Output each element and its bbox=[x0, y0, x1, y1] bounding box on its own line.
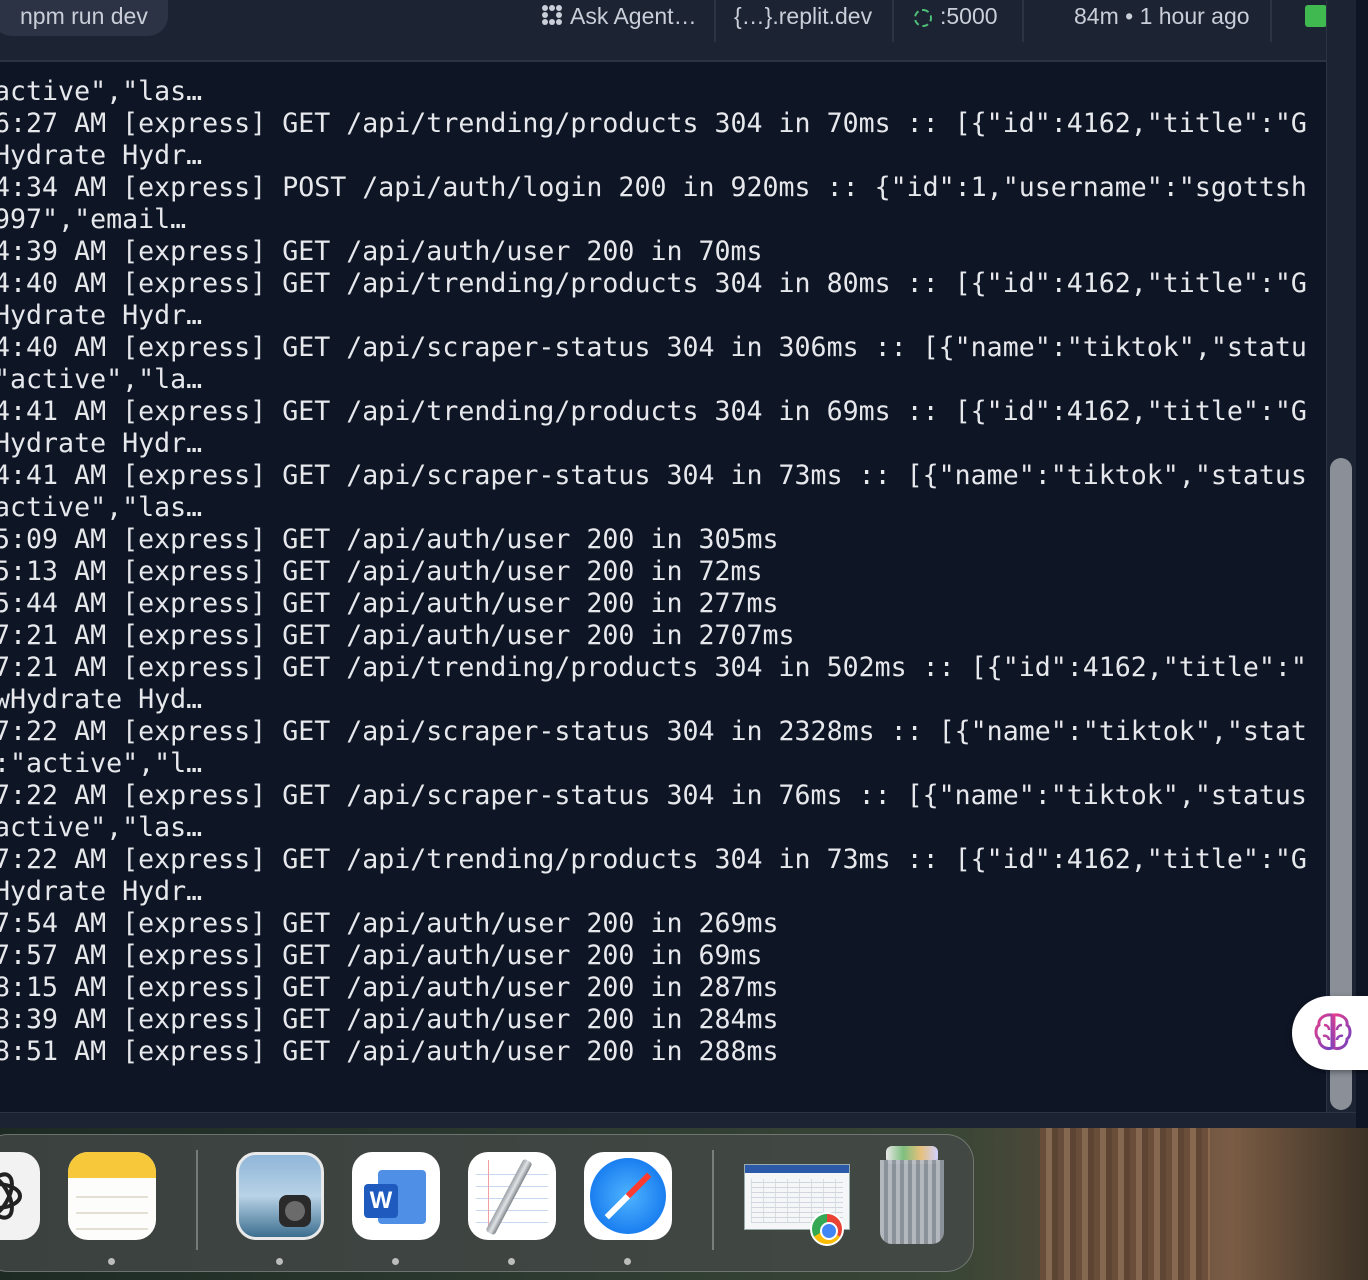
terminal-line: 54:41 AM [express] GET /api/scraper-stat… bbox=[0, 460, 1307, 491]
topbar-divider bbox=[1022, 0, 1024, 42]
terminal-line: ":"active","l… bbox=[0, 748, 203, 779]
terminal-line: 57:54 AM [express] GET /api/auth/user 20… bbox=[0, 908, 779, 939]
ask-agent-button[interactable]: Ask Agent… bbox=[540, 0, 697, 36]
notes-line bbox=[76, 1212, 148, 1214]
domain-link[interactable]: {…}.replit.dev bbox=[734, 0, 872, 36]
notes-icon[interactable] bbox=[68, 1152, 156, 1240]
safari-icon[interactable] bbox=[584, 1152, 672, 1240]
trash-icon[interactable] bbox=[874, 1146, 950, 1244]
terminal-line: "active","las… bbox=[0, 76, 203, 107]
textedit-icon[interactable] bbox=[468, 1152, 556, 1240]
preview-icon[interactable] bbox=[236, 1152, 324, 1240]
terminal-line: 58:51 AM [express] GET /api/auth/user 20… bbox=[0, 1036, 779, 1067]
dock-separator bbox=[712, 1150, 714, 1250]
run-status-icon bbox=[1305, 5, 1327, 27]
paper-line bbox=[476, 1210, 548, 1211]
terminal-line: 54:40 AM [express] GET /api/trending/pro… bbox=[0, 268, 1307, 299]
word-letter: W bbox=[364, 1184, 398, 1218]
command-tab[interactable]: npm run dev bbox=[0, 0, 168, 36]
terminal-line: 54:34 AM [express] POST /api/auth/login … bbox=[0, 172, 1307, 203]
running-indicator bbox=[508, 1258, 515, 1265]
terminal-line: 55:13 AM [express] GET /api/auth/user 20… bbox=[0, 556, 763, 587]
paper-line bbox=[476, 1174, 548, 1175]
notes-line bbox=[76, 1228, 148, 1230]
terminal-line: 57:22 AM [express] GET /api/scraper-stat… bbox=[0, 716, 1307, 747]
terminal-line: 57:57 AM [express] GET /api/auth/user 20… bbox=[0, 940, 763, 971]
terminal-line: 57:22 AM [express] GET /api/scraper-stat… bbox=[0, 780, 1307, 811]
chatgpt-logo bbox=[0, 1172, 22, 1220]
workspace-topbar: npm run dev Ask Agent… {…}.replit.dev :5… bbox=[0, 0, 1327, 42]
terminal-line: 55:44 AM [express] GET /api/auth/user 20… bbox=[0, 588, 779, 619]
agent-icon bbox=[542, 5, 562, 25]
terminal-line: "active","las… bbox=[0, 812, 203, 843]
terminal-line: wHydrate Hydr… bbox=[0, 428, 203, 459]
terminal-output[interactable]: "active","las… 36:27 AM [express] GET /ap… bbox=[0, 62, 1326, 1112]
window-bottom-edge bbox=[0, 1112, 1356, 1129]
wallpaper-tree-trunk bbox=[1040, 1128, 1210, 1280]
chrome-badge-core bbox=[820, 1222, 838, 1240]
ask-agent-label: Ask Agent… bbox=[570, 3, 697, 29]
terminal-line: "active","la… bbox=[0, 364, 203, 395]
terminal-line: 55:09 AM [express] GET /api/auth/user 20… bbox=[0, 524, 779, 555]
terminal-line: 54:39 AM [express] GET /api/auth/user 20… bbox=[0, 236, 763, 267]
running-indicator bbox=[392, 1258, 399, 1265]
window-right-edge bbox=[1356, 0, 1368, 1128]
terminal-line: 57:22 AM [express] GET /api/trending/pro… bbox=[0, 844, 1307, 875]
paper-margin bbox=[488, 1160, 489, 1232]
trash-bin bbox=[880, 1160, 944, 1244]
uptime-label: 84m • 1 hour ago bbox=[1074, 3, 1250, 29]
terminal-line: "active","las… bbox=[0, 492, 203, 523]
magnifier-icon bbox=[279, 1195, 311, 1227]
brain-icon bbox=[1314, 1013, 1352, 1050]
topbar-divider bbox=[892, 0, 894, 42]
terminal-line: wHydrate Hydr… bbox=[0, 876, 203, 907]
terminal-line: owHydrate Hyd… bbox=[0, 684, 203, 715]
paper-line bbox=[476, 1222, 548, 1223]
terminal-line: 54:41 AM [express] GET /api/trending/pro… bbox=[0, 396, 1307, 427]
pen-icon bbox=[485, 1158, 533, 1236]
topbar-divider bbox=[714, 0, 716, 42]
chrome-badge-icon bbox=[810, 1212, 844, 1246]
screen: npm run dev Ask Agent… {…}.replit.dev :5… bbox=[0, 0, 1368, 1280]
chatgpt-icon[interactable] bbox=[0, 1152, 40, 1240]
terminal-line: 1997","email… bbox=[0, 204, 187, 235]
terminal-line: 58:15 AM [express] GET /api/auth/user 20… bbox=[0, 972, 779, 1003]
loading-spinner-icon bbox=[914, 9, 932, 27]
port-label: :5000 bbox=[940, 3, 998, 29]
port-indicator[interactable]: :5000 bbox=[914, 0, 998, 36]
terminal-line: 57:21 AM [express] GET /api/trending/pro… bbox=[0, 652, 1307, 683]
terminal-line: 57:21 AM [express] GET /api/auth/user 20… bbox=[0, 620, 795, 651]
running-indicator bbox=[624, 1258, 631, 1265]
notes-line bbox=[76, 1196, 148, 1198]
running-indicator bbox=[276, 1258, 283, 1265]
terminal-line: 36:27 AM [express] GET /api/trending/pro… bbox=[0, 108, 1307, 139]
ai-assistant-button[interactable] bbox=[1292, 996, 1368, 1070]
word-icon[interactable]: W bbox=[352, 1152, 440, 1240]
notes-header-band bbox=[68, 1152, 156, 1178]
topbar-divider bbox=[1270, 0, 1272, 42]
window-thumb-titlebar bbox=[745, 1165, 849, 1173]
terminal-line: wHydrate Hydr… bbox=[0, 140, 203, 171]
running-indicator bbox=[108, 1258, 115, 1265]
topbar-spacer bbox=[0, 42, 1326, 62]
terminal-lines: "active","las… 36:27 AM [express] GET /ap… bbox=[0, 76, 1307, 1068]
dock-separator bbox=[196, 1150, 198, 1250]
terminal-line: wHydrate Hydr… bbox=[0, 300, 203, 331]
terminal-line: 54:40 AM [express] GET /api/scraper-stat… bbox=[0, 332, 1307, 363]
terminal-line: 58:39 AM [express] GET /api/auth/user 20… bbox=[0, 1004, 779, 1035]
